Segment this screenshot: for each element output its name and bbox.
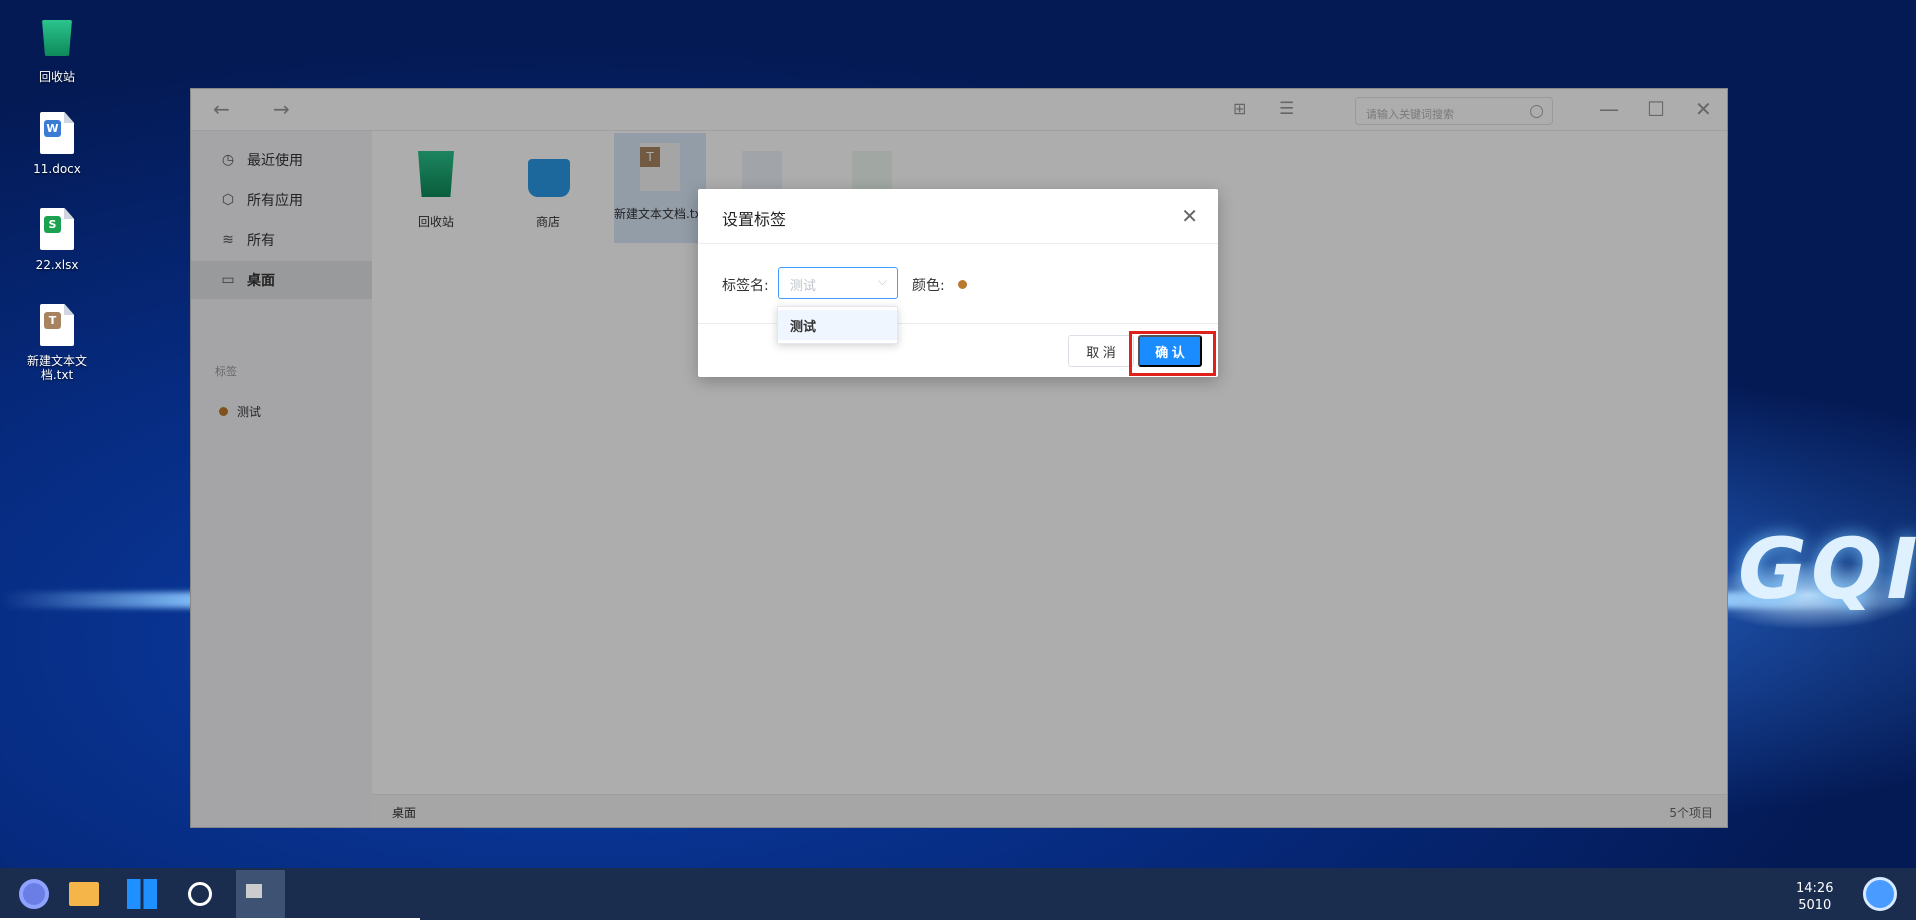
close-icon[interactable]: ✕ bbox=[1181, 206, 1198, 226]
desktop-icon-xlsx[interactable]: S 22.xlsx bbox=[12, 208, 102, 272]
color-swatch[interactable] bbox=[958, 280, 967, 289]
start-menu-icon[interactable] bbox=[16, 876, 52, 912]
word-doc-icon: W bbox=[40, 112, 74, 154]
notification-icon[interactable] bbox=[1862, 876, 1898, 912]
recycle-bin-icon bbox=[42, 20, 72, 56]
dialog-footer-divider bbox=[698, 323, 1218, 324]
desktop-icon-docx[interactable]: W 11.docx bbox=[12, 112, 102, 176]
desktop-icon-txt[interactable]: T 新建文本文档.txt bbox=[12, 304, 102, 382]
cancel-button[interactable]: 取 消 bbox=[1068, 335, 1134, 367]
excel-sheet-icon: S bbox=[40, 208, 74, 250]
tag-name-select[interactable]: 测试 ⌵ bbox=[778, 267, 898, 299]
file-manager-icon[interactable] bbox=[66, 876, 102, 912]
dropdown-option[interactable]: 测试 bbox=[778, 310, 897, 340]
wallpaper-brand-text: GQI bbox=[1738, 520, 1916, 618]
color-label: 颜色: bbox=[912, 278, 945, 294]
search-icon[interactable] bbox=[182, 876, 218, 912]
dialog-title: 设置标签 bbox=[698, 189, 1218, 244]
chevron-down-icon: ⌵ bbox=[877, 274, 887, 288]
taskbar: 14:26 5010 bbox=[0, 868, 1916, 920]
clock: 14:26 5010 bbox=[1796, 881, 1834, 913]
taskbar-active-window[interactable] bbox=[236, 870, 285, 918]
tag-name-label: 标签名: bbox=[722, 278, 769, 294]
desktop-icon-recycle-bin[interactable]: 回收站 bbox=[12, 16, 102, 84]
tag-name-dropdown: 测试 bbox=[777, 306, 898, 344]
window-thumbnail-icon bbox=[246, 884, 262, 898]
app-grid-icon[interactable] bbox=[124, 876, 160, 912]
text-file-icon: T bbox=[40, 304, 74, 346]
highlight-box bbox=[1129, 331, 1216, 376]
